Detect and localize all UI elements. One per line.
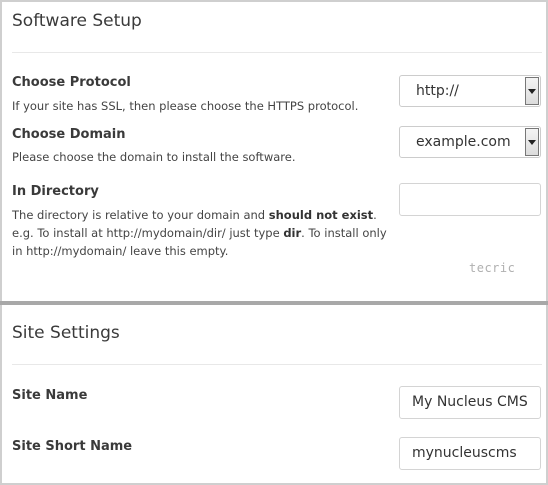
heading-rule (12, 52, 542, 53)
dropdown-button[interactable] (525, 128, 539, 156)
dropdown-button[interactable] (525, 77, 539, 105)
watermark-logo: tecric (469, 261, 516, 275)
domain-select[interactable]: example.com (399, 126, 541, 158)
protocol-label: Choose Protocol (12, 75, 131, 90)
directory-label: In Directory (12, 184, 99, 199)
directory-help: The directory is relative to your domain… (12, 208, 387, 258)
site-name-input[interactable]: My Nucleus CMS (399, 386, 541, 419)
site-settings-heading: Site Settings (12, 323, 120, 343)
protocol-help: If your site has SSL, then please choose… (12, 99, 359, 113)
site-name-label: Site Name (12, 388, 88, 403)
protocol-select-value: http:// (416, 83, 459, 99)
software-setup-heading: Software Setup (12, 11, 142, 31)
domain-help: Please choose the domain to install the … (12, 150, 296, 164)
site-short-name-label: Site Short Name (12, 439, 133, 454)
protocol-select[interactable]: http:// (399, 75, 541, 107)
heading-rule (12, 364, 542, 365)
domain-select-value: example.com (416, 134, 511, 150)
domain-label: Choose Domain (12, 127, 126, 142)
chevron-down-icon (528, 89, 536, 94)
chevron-down-icon (528, 140, 536, 145)
site-short-name-input[interactable]: mynucleuscms (399, 437, 541, 470)
directory-input[interactable] (399, 183, 541, 216)
